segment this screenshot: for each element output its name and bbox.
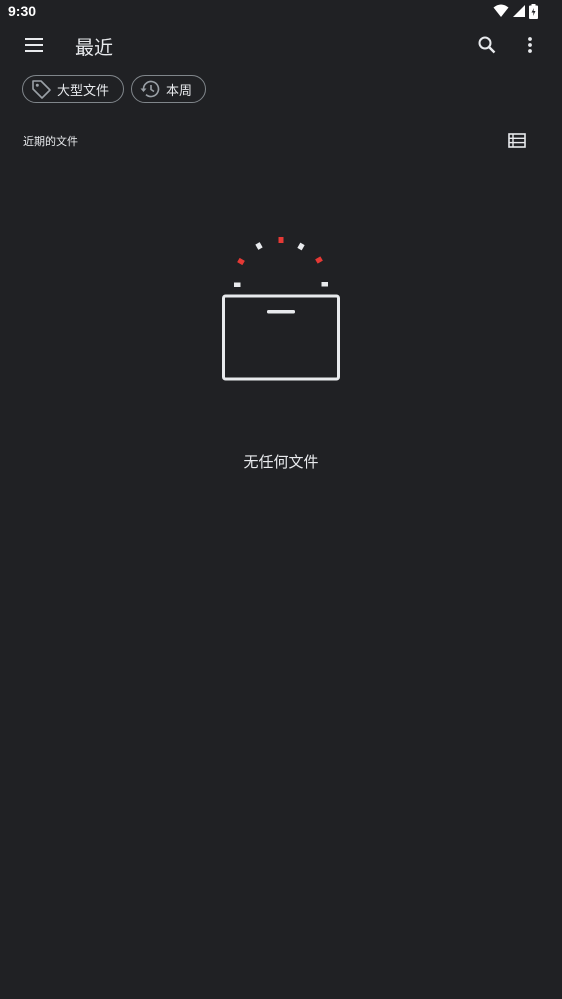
- list-view-icon: [508, 133, 526, 148]
- history-icon: [138, 77, 162, 101]
- more-options-button[interactable]: [510, 25, 550, 65]
- empty-box-illustration: [222, 237, 340, 381]
- search-icon: [478, 36, 496, 54]
- toolbar: 最近: [0, 24, 562, 68]
- wifi-icon: [493, 4, 509, 17]
- navigation-menu-button[interactable]: [14, 25, 54, 65]
- section-title: 近期的文件: [23, 135, 78, 148]
- status-time: 9:30: [8, 3, 37, 19]
- view-toggle-button[interactable]: [497, 121, 537, 161]
- filter-chip-large-files[interactable]: 大型文件: [22, 75, 124, 103]
- menu-icon: [25, 38, 43, 52]
- filter-chip-label: 本周: [166, 83, 193, 99]
- empty-state-message: 无任何文件: [243, 453, 319, 471]
- filter-chip-this-week[interactable]: 本周: [131, 75, 206, 103]
- status-icons: [493, 3, 538, 19]
- battery-icon: [529, 3, 538, 19]
- more-vert-icon: [528, 37, 532, 53]
- cellular-signal-icon: [513, 5, 525, 17]
- page-title: 最近: [75, 37, 114, 59]
- filter-chip-label: 大型文件: [57, 83, 110, 99]
- tag-icon: [29, 77, 53, 101]
- status-bar: 9:30: [0, 0, 562, 24]
- search-button[interactable]: [467, 25, 507, 65]
